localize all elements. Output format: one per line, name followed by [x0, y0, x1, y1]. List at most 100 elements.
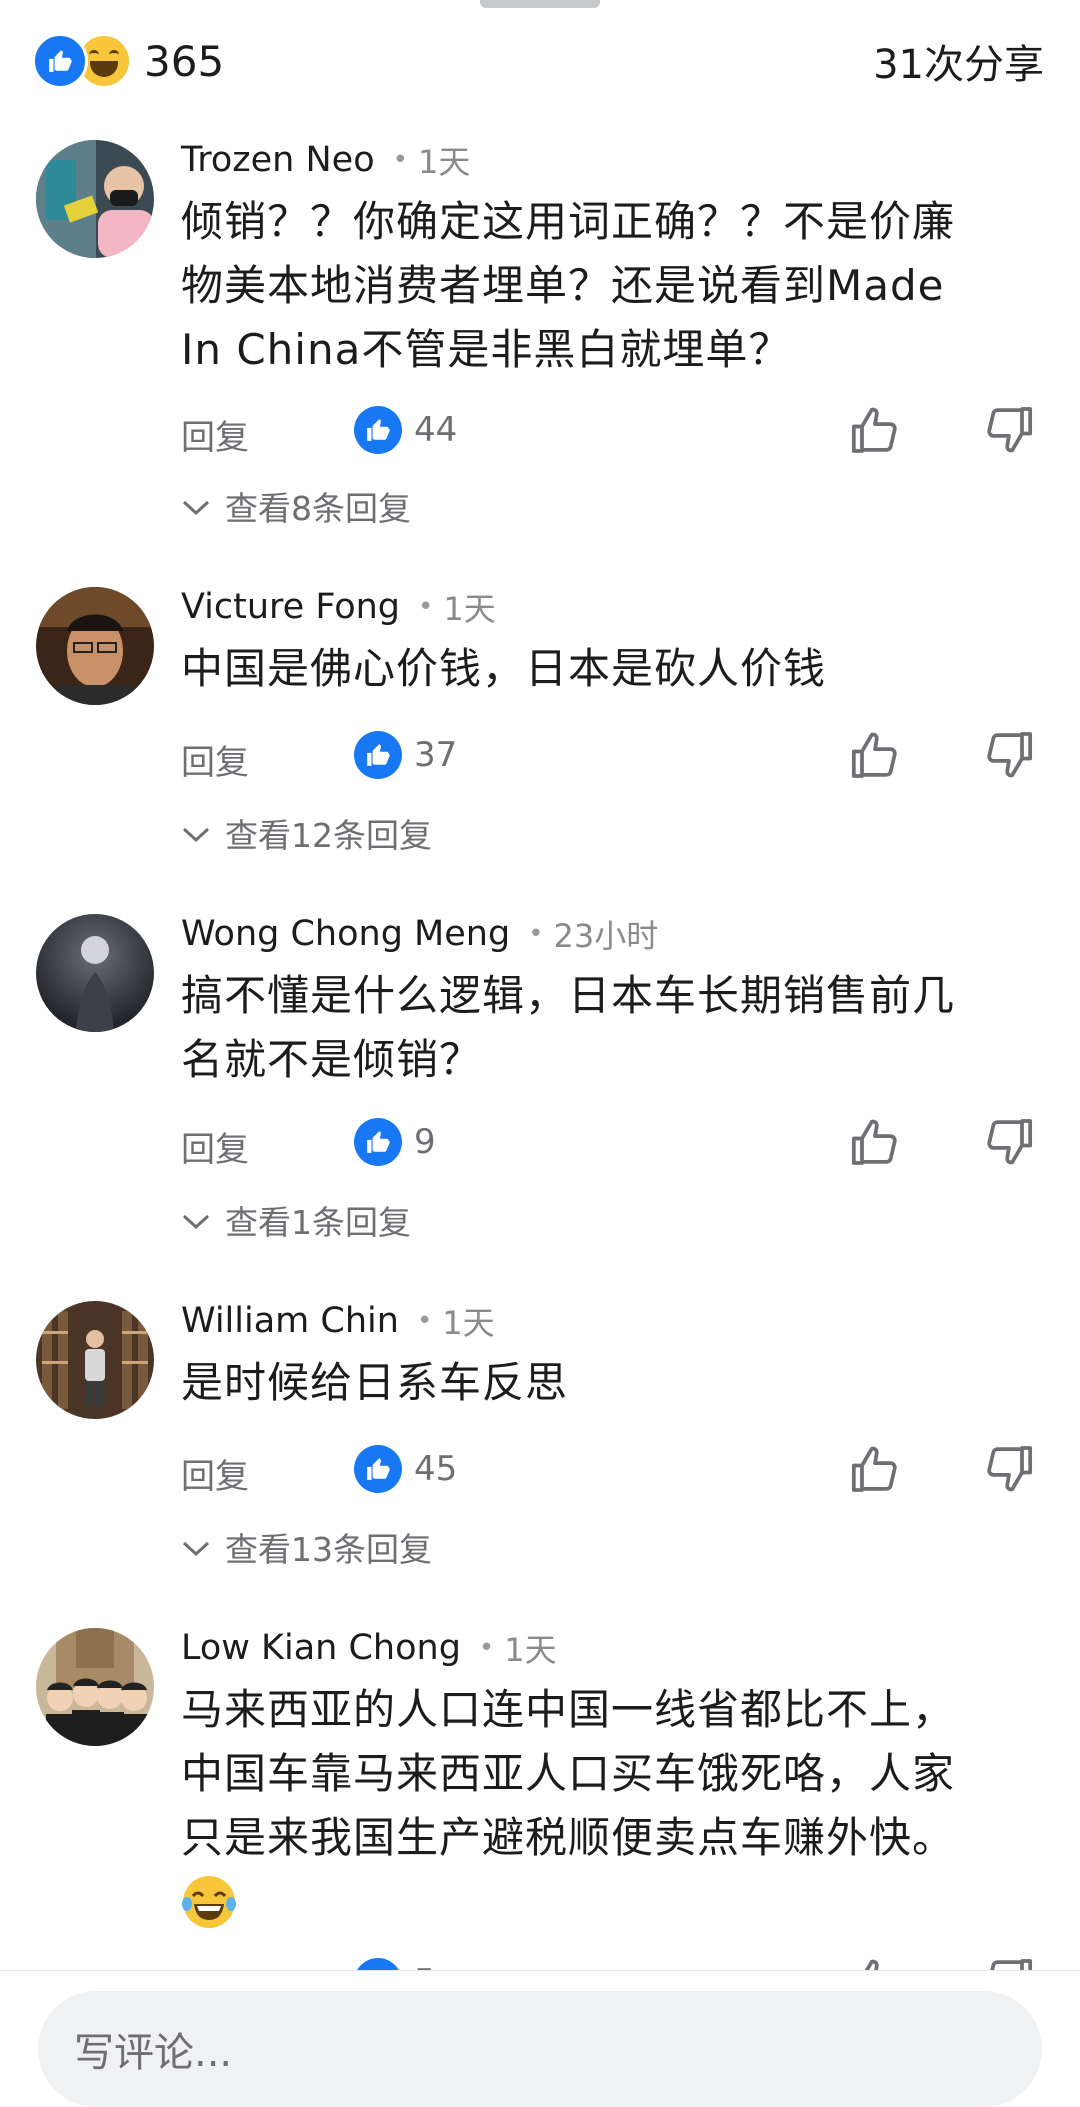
thumb-up-icon[interactable] [848, 1954, 904, 1970]
comment-actions: 回复 44 [0, 402, 1080, 462]
comment-header: Trozen Neo • 1天 [181, 136, 470, 184]
laughing-tears-emoji-icon [181, 1870, 1050, 1934]
thumb-up-icon[interactable] [848, 1441, 904, 1497]
view-replies-label: 查看8条回复 [225, 489, 411, 528]
like-count: 5 [414, 1962, 436, 1970]
reaction-summary[interactable]: 365 [32, 33, 224, 89]
separator-dot: • [416, 1306, 433, 1336]
reply-button[interactable]: 回复 [181, 1122, 249, 1171]
comment: Low Kian Chong • 1天 马来西亚的人口连中国一线省都比不上， 中… [0, 1624, 1080, 1970]
comment: William Chin • 1天 是时候给日系车反思 回复 45 查看13条回… [0, 1297, 1080, 1597]
thumb-up-icon[interactable] [848, 402, 904, 458]
view-replies-link[interactable]: 查看1条回复 [181, 1196, 411, 1244]
comment-author[interactable]: Low Kian Chong [181, 1628, 461, 1668]
like-summary[interactable]: 9 [354, 1118, 436, 1166]
thumb-down-icon[interactable] [980, 727, 1036, 783]
chevron-down-icon [181, 487, 211, 526]
comment: Wong Chong Meng • 23小时 搞不懂是什么逻辑，日本车长期销售前… [0, 910, 1080, 1250]
chevron-down-icon [181, 1201, 211, 1240]
comment-time: 1天 [417, 143, 471, 181]
comment-text-line: 是时候给日系车反思 [181, 1358, 569, 1407]
like-summary[interactable]: 44 [354, 406, 457, 454]
comment-text-line: In China不管是非黑白就埋单？ [181, 325, 792, 374]
like-badge-icon [354, 1958, 402, 1970]
comment-text: 搞不懂是什么逻辑，日本车长期销售前几 名就不是倾销？ [181, 964, 1050, 1092]
comment-text-line: 倾销？？你确定这用词正确？？不是价廉 [181, 197, 956, 246]
like-summary[interactable]: 37 [354, 731, 457, 779]
comment-header: Wong Chong Meng • 23小时 [181, 910, 658, 958]
comment-author[interactable]: Trozen Neo [181, 140, 375, 180]
reply-button[interactable]: 回复 [181, 1449, 249, 1498]
sheet-drag-handle[interactable] [480, 0, 600, 8]
like-summary[interactable]: 45 [354, 1445, 457, 1493]
comment-actions: 回复 9 [0, 1114, 1080, 1174]
comment-text-line: 搞不懂是什么逻辑，日本车长期销售前几 [181, 971, 956, 1020]
view-replies-label: 查看13条回复 [225, 1530, 432, 1569]
comment-text: 马来西亚的人口连中国一线省都比不上， 中国车靠马来西亚人口买车饿死咯，人家 只是… [181, 1678, 1050, 1934]
comment-text-line: 只是来我国生产避税顺便卖点车赚外快。 [181, 1813, 956, 1862]
comment-text-line: 名就不是倾销？ [181, 1035, 483, 1084]
like-badge-icon [354, 406, 402, 454]
comment-text-line: 马来西亚的人口连中国一线省都比不上， [181, 1685, 956, 1734]
comment-actions: 回复 37 [0, 727, 1080, 787]
comment-author[interactable]: Wong Chong Meng [181, 914, 510, 954]
thumb-down-icon[interactable] [980, 1114, 1036, 1170]
separator-dot: • [418, 592, 434, 622]
comment-text-line: 中国是佛心价钱，日本是砍人价钱 [181, 644, 827, 693]
reply-button[interactable]: 回复 [181, 735, 249, 784]
comment-time: 1天 [443, 590, 496, 628]
like-count: 44 [414, 410, 458, 450]
comment-header: Low Kian Chong • 1天 [181, 1624, 557, 1672]
view-replies-link[interactable]: 查看13条回复 [181, 1523, 432, 1571]
comment-text-line: 物美本地消费者埋单？还是说看到Made [181, 261, 945, 310]
avatar[interactable] [36, 914, 154, 1032]
thumb-down-icon[interactable] [980, 1441, 1036, 1497]
avatar[interactable] [36, 1628, 154, 1746]
like-summary[interactable]: 5 [354, 1958, 436, 1970]
comment: Victure Fong • 1天 中国是佛心价钱，日本是砍人价钱 回复 37 … [0, 583, 1080, 883]
reactions-header: 365 31次分享 [32, 26, 1044, 96]
thumb-up-icon[interactable] [848, 1114, 904, 1170]
view-replies-link[interactable]: 查看12条回复 [181, 809, 432, 857]
comment: Trozen Neo • 1天 倾销？？你确定这用词正确？？不是价廉 物美本地消… [0, 136, 1080, 536]
comment-input[interactable]: 写评论... [38, 1991, 1042, 2107]
comment-header: Victure Fong • 1天 [181, 583, 496, 631]
like-reaction-icon [32, 33, 88, 89]
like-count: 45 [414, 1449, 458, 1489]
separator-dot: • [528, 919, 544, 949]
comment-text: 倾销？？你确定这用词正确？？不是价廉 物美本地消费者埋单？还是说看到Made I… [181, 190, 1050, 382]
comment-text: 中国是佛心价钱，日本是砍人价钱 [181, 637, 1050, 701]
reply-button[interactable]: 回复 [181, 1962, 249, 1970]
reaction-count: 365 [144, 36, 225, 86]
reply-button[interactable]: 回复 [181, 410, 249, 459]
share-count[interactable]: 31次分享 [873, 32, 1044, 90]
comment-composer-bar: 写评论... [0, 1970, 1080, 2107]
comment-author[interactable]: Victure Fong [181, 587, 400, 627]
thumb-up-icon[interactable] [848, 727, 904, 783]
comment-text: 是时候给日系车反思 [181, 1351, 1050, 1415]
view-replies-label: 查看1条回复 [225, 1203, 411, 1242]
like-badge-icon [354, 1118, 402, 1166]
separator-dot: • [478, 1633, 495, 1663]
comment-time: 1天 [504, 1631, 557, 1669]
avatar[interactable] [36, 587, 154, 705]
like-badge-icon [354, 1445, 402, 1493]
avatar[interactable] [36, 140, 154, 258]
comment-time: 1天 [442, 1304, 495, 1342]
like-badge-icon [354, 731, 402, 779]
comment-header: William Chin • 1天 [181, 1297, 495, 1345]
comment-author[interactable]: William Chin [181, 1301, 399, 1341]
comment-actions: 回复 45 [0, 1441, 1080, 1501]
view-replies-link[interactable]: 查看8条回复 [181, 482, 411, 530]
comment-time: 23小时 [553, 917, 659, 955]
like-count: 9 [414, 1122, 436, 1162]
separator-dot: • [392, 145, 408, 175]
chevron-down-icon [181, 1528, 211, 1567]
comment-text-line: 中国车靠马来西亚人口买车饿死咯，人家 [181, 1749, 956, 1798]
thumb-down-icon[interactable] [980, 1954, 1036, 1970]
view-replies-label: 查看12条回复 [225, 816, 432, 855]
thumb-down-icon[interactable] [980, 402, 1036, 458]
like-count: 37 [414, 735, 458, 775]
avatar[interactable] [36, 1301, 154, 1419]
chevron-down-icon [181, 814, 211, 853]
